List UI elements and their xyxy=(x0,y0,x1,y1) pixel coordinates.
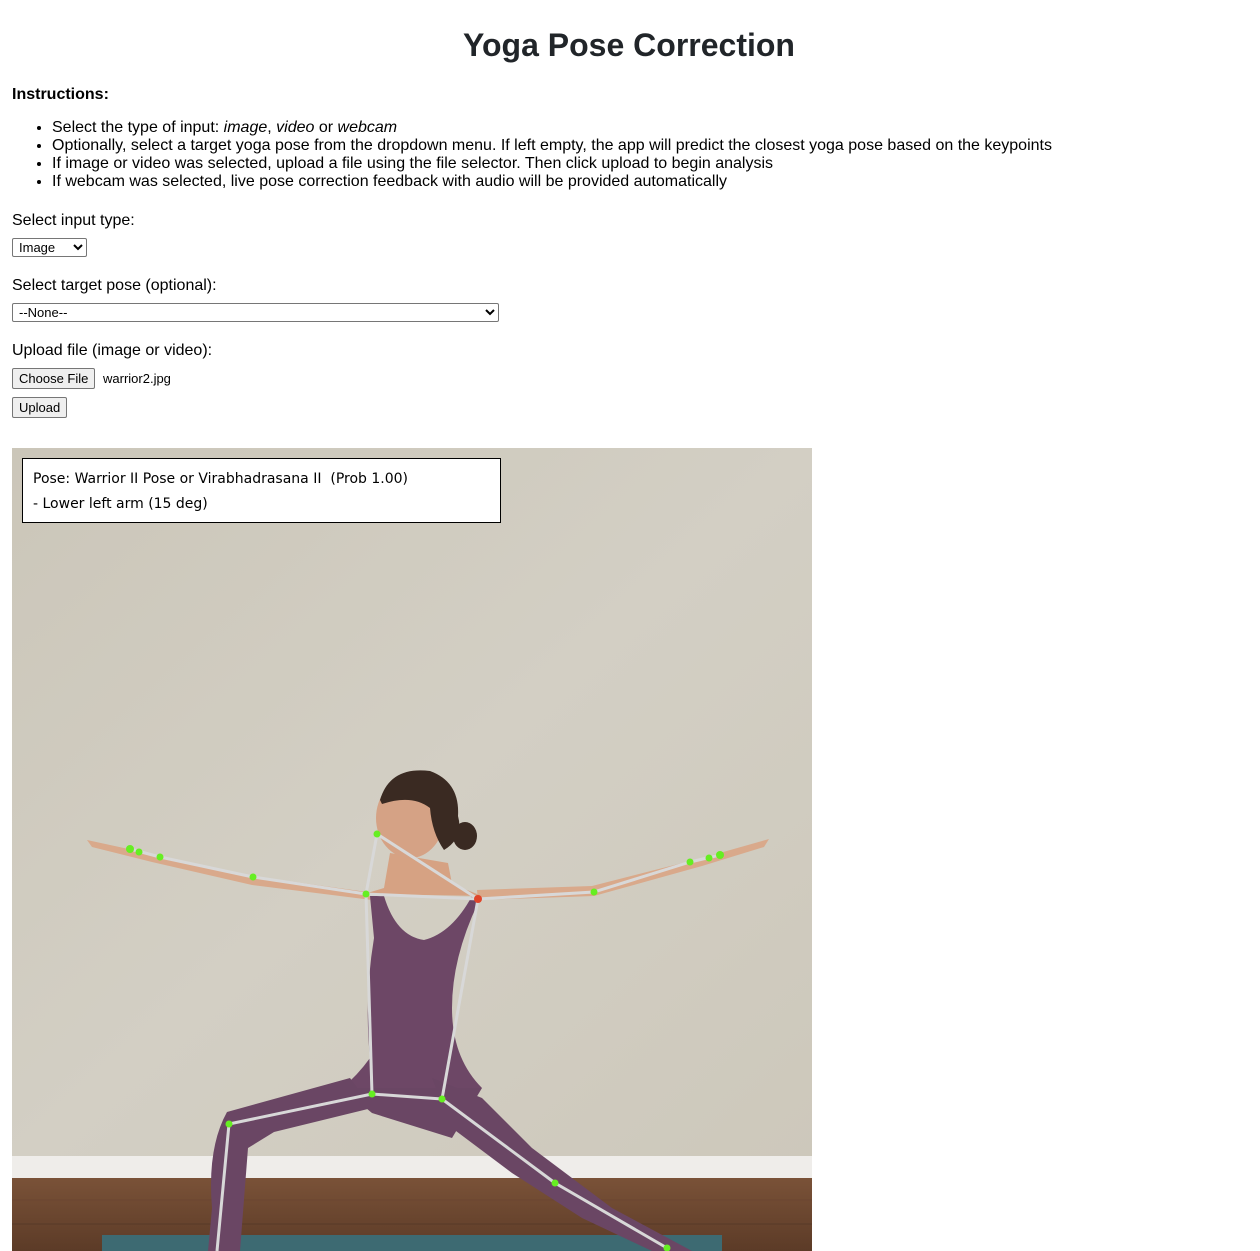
keypoint xyxy=(135,848,143,856)
keypoint xyxy=(249,873,257,881)
keypoint xyxy=(362,890,370,898)
keypoint-error xyxy=(474,895,482,903)
input-option-image: image xyxy=(223,119,268,136)
keypoint xyxy=(686,858,694,866)
separator: , xyxy=(267,119,277,136)
keypoint xyxy=(551,1179,559,1187)
input-type-label: Select input type: xyxy=(12,212,135,229)
instruction-text: Select the type of input: xyxy=(52,119,224,136)
keypoint xyxy=(126,845,134,853)
keypoint xyxy=(438,1095,446,1103)
instructions-title: Instructions: xyxy=(12,86,109,103)
target-pose-label: Select target pose (optional): xyxy=(12,277,217,294)
baseboard xyxy=(12,1156,812,1178)
instruction-item: Optionally, select a target yoga pose fr… xyxy=(52,137,1052,155)
instruction-item: Select the type of input: image, video o… xyxy=(52,119,1052,137)
keypoint xyxy=(156,853,164,861)
keypoint xyxy=(368,1090,376,1098)
input-option-webcam: webcam xyxy=(337,119,398,136)
keypoint xyxy=(705,854,713,862)
pose-feedback-box: Pose: Warrior II Pose or Virabhadrasana … xyxy=(22,458,501,523)
keypoint xyxy=(373,830,381,838)
keypoint xyxy=(590,888,598,896)
instructions-list: Select the type of input: image, video o… xyxy=(12,119,1052,191)
keypoint xyxy=(716,851,724,859)
separator: or xyxy=(314,119,338,136)
choose-file-button[interactable]: Choose File xyxy=(12,368,96,389)
predicted-pose-text: Pose: Warrior II Pose or Virabhadrasana … xyxy=(33,471,409,487)
instruction-item: If image or video was selected, upload a… xyxy=(52,155,1052,173)
upload-label: Upload file (image or video): xyxy=(12,342,213,359)
correction-text: - Lower left arm (15 deg) xyxy=(33,496,208,512)
instruction-item: If webcam was selected, live pose correc… xyxy=(52,173,1052,191)
page-title: Yoga Pose Correction xyxy=(463,27,795,63)
result-image: Pose: Warrior II Pose or Virabhadrasana … xyxy=(12,448,812,1251)
target-pose-select[interactable]: --None-- xyxy=(12,303,499,322)
upload-button[interactable]: Upload xyxy=(12,397,68,418)
keypoint xyxy=(225,1120,233,1128)
pose-photo xyxy=(12,448,812,1251)
selected-file-name: warrior2.jpg xyxy=(103,371,171,386)
input-option-video: video xyxy=(276,119,315,136)
input-type-select[interactable]: Image xyxy=(12,238,87,257)
